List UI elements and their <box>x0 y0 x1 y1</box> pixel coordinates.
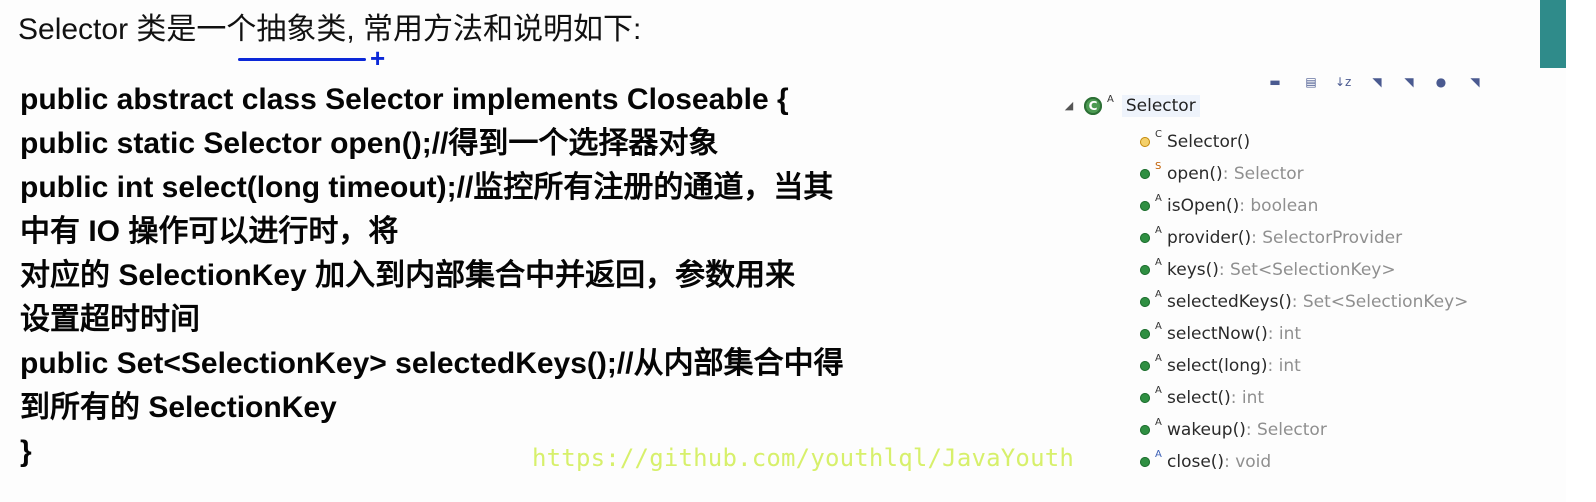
member-row[interactable]: A select() : int <box>1140 382 1468 414</box>
static-icon[interactable]: ▤ <box>1303 76 1319 88</box>
member-row[interactable]: A keys() : Set<SelectionKey> <box>1140 254 1468 286</box>
member-row[interactable]: A wakeup() : Selector <box>1140 414 1468 446</box>
member-type: : SelectorProvider <box>1251 228 1403 248</box>
member-modifier: S <box>1155 160 1162 172</box>
member-type: : boolean <box>1239 196 1319 216</box>
hide-fields-icon[interactable]: ◥ <box>1369 76 1385 88</box>
code-line: 对应的 SelectionKey 加入到内部集合中并返回，参数用来 <box>20 259 796 292</box>
method-icon <box>1140 297 1150 307</box>
method-icon <box>1140 233 1150 243</box>
member-modifier: A <box>1155 416 1162 428</box>
method-icon <box>1140 361 1150 371</box>
abstract-modifier: A <box>1107 93 1114 105</box>
member-type: : Selector <box>1245 420 1327 440</box>
code-line: public Set<SelectionKey> selectedKeys();… <box>20 347 844 380</box>
member-name: select() <box>1167 388 1231 408</box>
method-icon <box>1140 329 1150 339</box>
member-name: Selector() <box>1167 132 1251 152</box>
method-icon <box>1140 393 1150 403</box>
expander-icon[interactable]: ◢ <box>1062 99 1076 113</box>
member-modifier: A <box>1155 352 1162 364</box>
sort-icon[interactable]: ↓z <box>1335 76 1351 88</box>
member-type: : Set<SelectionKey> <box>1218 260 1396 280</box>
member-type: : int <box>1267 356 1301 376</box>
code-line: public static Selector open();//得到一个选择器对… <box>20 127 719 160</box>
outline-view: ▬ ▤ ↓z ◥ ◥ ● ◥ ◢ C A Selector C Selector… <box>1062 76 1572 486</box>
scrollbar-thumb[interactable] <box>1540 0 1566 68</box>
member-modifier: A <box>1155 192 1162 204</box>
member-type: : void <box>1224 452 1272 472</box>
member-name: provider() <box>1167 228 1252 248</box>
code-line: 到所有的 SelectionKey <box>20 391 337 424</box>
code-line: public int select(long timeout);//监控所有注册… <box>20 171 834 204</box>
member-row[interactable]: S open() : Selector <box>1140 158 1468 190</box>
member-name: isOpen() <box>1167 196 1240 216</box>
code-line: public abstract class Selector implement… <box>20 83 789 116</box>
member-modifier: A <box>1155 256 1162 268</box>
member-modifier: A <box>1155 384 1162 396</box>
member-row[interactable]: A selectedKeys() : Set<SelectionKey> <box>1140 286 1468 318</box>
member-row[interactable]: C Selector() <box>1140 126 1468 158</box>
annotation-plus-icon: + <box>370 43 386 73</box>
class-label: Selector <box>1121 95 1200 117</box>
member-type: : int <box>1230 388 1265 408</box>
constructor-icon <box>1140 137 1150 147</box>
member-modifier: A <box>1155 448 1162 460</box>
code-line: 设置超时时间 <box>20 303 200 336</box>
annotation-underline <box>238 58 366 61</box>
member-name: close() <box>1167 452 1225 472</box>
member-name: keys() <box>1167 260 1219 280</box>
watermark-url: https://github.com/youthlql/JavaYouth <box>532 444 1075 472</box>
intro-text: Selector 类是一个抽象类, 常用方法和说明如下: <box>18 13 642 46</box>
member-modifier: A <box>1155 320 1162 332</box>
member-type: : Selector <box>1222 164 1304 184</box>
member-type: : Set<SelectionKey> <box>1291 292 1469 312</box>
code-line: 中有 IO 操作可以进行时，将 <box>20 215 399 248</box>
member-list: C Selector() S open() : Selector A isOpe… <box>1140 126 1468 478</box>
method-icon <box>1140 457 1150 467</box>
member-name: wakeup() <box>1167 420 1246 440</box>
member-name: select(long) <box>1167 356 1268 376</box>
method-icon <box>1140 201 1150 211</box>
method-icon <box>1140 265 1150 275</box>
outline-toolbar: ▬ ▤ ↓z ◥ ◥ ● ◥ <box>1267 76 1517 94</box>
member-modifier: A <box>1155 224 1162 236</box>
outline-root-row[interactable]: ◢ C A Selector <box>1062 92 1200 120</box>
class-icon: C <box>1084 97 1102 115</box>
method-icon <box>1140 425 1150 435</box>
member-row[interactable]: A select(long) : int <box>1140 350 1468 382</box>
member-name: selectedKeys() <box>1167 292 1292 312</box>
member-row[interactable]: A selectNow() : int <box>1140 318 1468 350</box>
member-row[interactable]: A isOpen() : boolean <box>1140 190 1468 222</box>
member-modifier: A <box>1155 288 1162 300</box>
hide-static-icon[interactable]: ◥ <box>1401 76 1417 88</box>
member-name: selectNow() <box>1167 324 1268 344</box>
member-row[interactable]: A close() : void <box>1140 446 1468 478</box>
member-modifier: C <box>1155 128 1162 140</box>
member-row[interactable]: A provider() : SelectorProvider <box>1140 222 1468 254</box>
member-name: open() <box>1167 164 1223 184</box>
right-edge <box>1566 0 1596 502</box>
method-icon <box>1140 169 1150 179</box>
hide-nonpublic-icon[interactable]: ● <box>1433 76 1449 88</box>
collapse-icon[interactable]: ◥ <box>1467 76 1483 88</box>
fields-icon[interactable]: ▬ <box>1267 76 1283 88</box>
member-type: : int <box>1267 324 1302 344</box>
code-block: public abstract class Selector implement… <box>20 78 1040 474</box>
